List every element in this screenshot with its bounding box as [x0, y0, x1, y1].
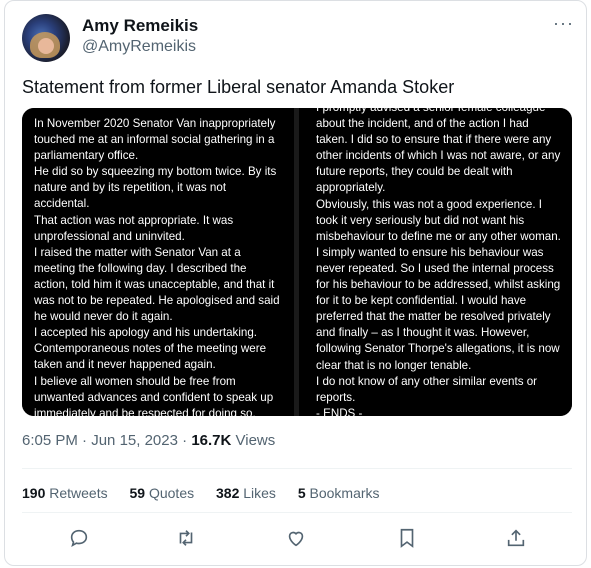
divider: [22, 468, 572, 469]
statement-line: other incidents of which I was not aware…: [316, 149, 561, 163]
statement-line: unwanted advances and confident to speak…: [34, 390, 274, 404]
avatar[interactable]: [22, 14, 70, 62]
bookmarks-count: 5: [297, 485, 306, 501]
statement-line: unprofessional and uninvited.: [34, 229, 185, 243]
views-label: Views: [235, 432, 276, 449]
retweet-icon[interactable]: [175, 527, 201, 553]
retweets-label: Retweets: [49, 485, 108, 501]
statement-line: - ENDS -: [316, 406, 363, 416]
statement-line: appropriately.: [316, 181, 386, 195]
avatar-face: [38, 38, 54, 54]
likes-stat[interactable]: 382 Likes: [216, 485, 276, 501]
statement-line: about the incident, and of the action I …: [316, 117, 529, 131]
bookmarks-label: Bookmarks: [309, 485, 380, 501]
statement-line: I simply wanted to ensure his behaviour …: [316, 245, 544, 259]
likes-count: 382: [216, 485, 240, 501]
statement-line: and finally – as I thought it was. Howev…: [316, 326, 530, 340]
statement-line: taken. I did so to ensure that if there …: [316, 133, 552, 147]
statement-line: immediately and be respected for doing s…: [34, 406, 256, 416]
statement-line: for his behaviour to be addressed, whils…: [316, 278, 561, 292]
share-icon[interactable]: [505, 527, 531, 553]
statement-line: accidental.: [34, 197, 90, 211]
bookmarks-stat[interactable]: 5 Bookmarks: [298, 485, 380, 501]
author-display-name[interactable]: Amy Remeikis: [82, 16, 198, 36]
statement-line: I raised the matter with Senator Van at …: [34, 245, 241, 259]
quotes-count: 59: [129, 485, 146, 501]
views-count: 16.7K: [191, 432, 232, 449]
more-horizontal-icon[interactable]: ···: [553, 14, 574, 32]
author-handle[interactable]: @AmyRemeikis: [82, 38, 196, 56]
statement-line: for it to be kept confidential. I would …: [316, 294, 527, 308]
statement-line: action, told him it was unacceptable, an…: [34, 277, 275, 291]
statement-image[interactable]: In November 2020 Senator Van inappropria…: [22, 108, 572, 416]
statement-line: That action was not appropriate. It was: [34, 213, 234, 227]
statement-line: misbehaviour to define me or any other w…: [316, 229, 561, 243]
statement-line: nature and by its repetition, it was not: [34, 181, 227, 195]
statement-line: preferred that the matter be resolved pr…: [316, 310, 551, 324]
quotes-label: Quotes: [148, 485, 195, 501]
statement-line: He did so by squeezing my bottom twice. …: [34, 165, 277, 179]
statement-line: taken and it never happened again.: [34, 358, 216, 372]
tweet-date[interactable]: Jun 15, 2023: [91, 432, 178, 449]
statement-line: he would never do it again.: [34, 310, 173, 324]
tweet-time[interactable]: 6:05 PM: [22, 432, 78, 449]
statement-line: I believe all women should be free from: [34, 374, 236, 388]
engagement-stats: 190 Retweets 59 Quotes 382 Likes 5 Bookm…: [22, 485, 398, 501]
statement-line: never repeated. So I used the internal p…: [316, 261, 554, 275]
statement-line: parliamentary office.: [34, 149, 139, 163]
divider: [22, 512, 572, 513]
meta-separator: ·: [182, 432, 188, 449]
retweets-stat[interactable]: 190 Retweets: [22, 485, 108, 501]
retweets-count: 190: [22, 485, 46, 501]
statement-line: In November 2020 Senator Van inappropria…: [34, 117, 276, 130]
statement-page-right: I promptly advised a senior female colle…: [299, 108, 572, 416]
statement-line: following Senator Thorpe's allegations, …: [316, 342, 560, 356]
quotes-stat[interactable]: 59 Quotes: [130, 485, 195, 501]
statement-line: was not to be repeated. He apologised an…: [34, 294, 280, 308]
statement-line: touched me at an informal social gatheri…: [34, 133, 275, 147]
statement-line: I promptly advised a senior female colle…: [316, 108, 564, 116]
meta-separator: ·: [82, 432, 88, 449]
statement-line: took it very seriously but did not want …: [316, 213, 525, 227]
tweet-text: Statement from former Liberal senator Am…: [22, 77, 455, 97]
statement-line: I do not know of any other similar event…: [316, 374, 538, 388]
statement-line: future reports, they could be dealt with: [316, 165, 513, 179]
like-icon[interactable]: [285, 527, 311, 553]
bookmark-icon[interactable]: [396, 527, 422, 553]
statement-page-left: In November 2020 Senator Van inappropria…: [22, 108, 294, 416]
statement-line: reports.: [316, 390, 356, 404]
statement-line: Contemporaneous notes of the meeting wer…: [34, 342, 267, 356]
likes-label: Likes: [243, 485, 276, 501]
reply-icon[interactable]: [68, 527, 94, 553]
statement-line: I accepted his apology and his undertaki…: [34, 326, 258, 340]
statement-line: meeting the following day. I described t…: [34, 261, 247, 275]
statement-line: clear that is no longer tenable.: [316, 358, 472, 372]
statement-line: Obviously, this was not a good experienc…: [316, 197, 542, 211]
action-bar: [0, 527, 591, 553]
tweet-meta: 6:05 PM · Jun 15, 2023 · 16.7K Views: [22, 432, 275, 449]
